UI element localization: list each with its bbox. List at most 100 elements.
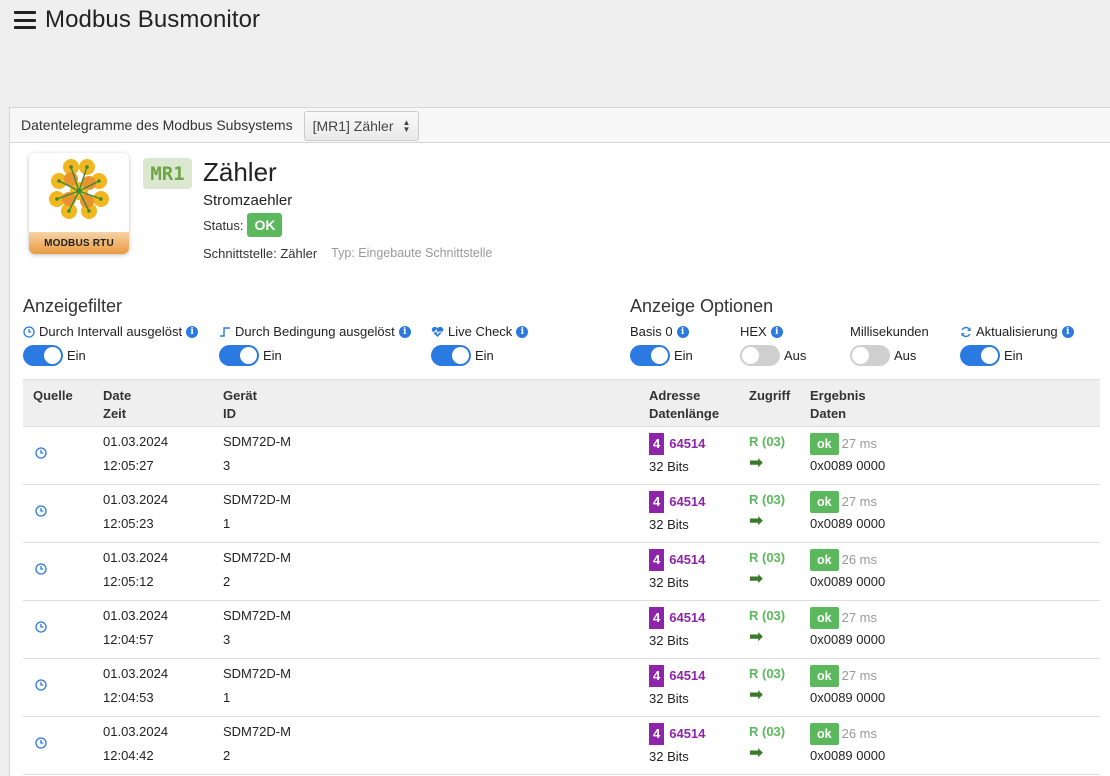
result-duration: 26 ms <box>841 726 877 741</box>
toggle-state-label: Ein <box>1004 348 1023 363</box>
clock-icon <box>23 325 35 338</box>
row-data: 0x0089 0000 <box>810 516 886 531</box>
row-id: 2 <box>223 574 231 589</box>
row-access: R (03) <box>749 608 786 623</box>
logo-band-text: MODBUS RTU <box>29 232 129 254</box>
row-device: SDM72D-M <box>223 492 291 507</box>
option-milliseconds-toggle[interactable] <box>850 345 890 366</box>
filter-section-title: Anzeigefilter <box>23 296 123 316</box>
column-date-time[interactable]: Date Zeit <box>103 387 131 423</box>
column-source[interactable]: Quelle <box>33 387 73 405</box>
address-register-badge: 4 <box>649 433 665 455</box>
row-result: ok 27 ms <box>810 491 877 513</box>
address-value: 64514 <box>669 436 706 451</box>
row-result: ok 27 ms <box>810 607 877 629</box>
heartbeat-icon <box>431 326 444 338</box>
table-row[interactable]: 01.03.2024 12:04:53 SDM72D-M 1 4 64514 32… <box>23 659 1100 717</box>
panel-header-title: Datentelegramme des Modbus Subsystems <box>21 117 293 133</box>
address-register-badge: 4 <box>649 665 665 687</box>
table-row[interactable]: 01.03.2024 12:05:12 SDM72D-M 2 4 64514 32… <box>23 543 1100 601</box>
option-basis0-toggle[interactable] <box>630 345 670 366</box>
column-address-length[interactable]: Adresse Datenlänge <box>649 387 719 423</box>
row-date: 01.03.2024 <box>103 666 169 681</box>
info-icon[interactable]: i <box>186 325 199 338</box>
row-data: 0x0089 0000 <box>810 632 886 647</box>
table-row[interactable]: 01.03.2024 12:05:23 SDM72D-M 1 4 64514 32… <box>23 485 1100 543</box>
modbus-network-icon <box>49 159 109 219</box>
row-id: 1 <box>223 690 231 705</box>
info-icon[interactable]: i <box>398 325 411 338</box>
filter-interval-toggle[interactable] <box>23 345 63 366</box>
row-time: 12:04:57 <box>103 632 154 647</box>
column-time: Zeit <box>103 406 127 421</box>
result-badge: ok <box>810 665 839 687</box>
row-result: ok 26 ms <box>810 723 877 745</box>
filter-live-check-toggle[interactable] <box>431 345 471 366</box>
column-result-data[interactable]: Ergebnis Daten <box>810 387 866 423</box>
info-icon[interactable]: i <box>1061 325 1074 338</box>
row-device: SDM72D-M <box>223 550 291 565</box>
row-access: R (03) <box>749 434 786 449</box>
main-panel: Datentelegramme des Modbus Subsystems [M… <box>9 107 1110 776</box>
row-data: 0x0089 0000 <box>810 690 886 705</box>
row-address: 4 64514 <box>649 491 705 513</box>
hamburger-menu-icon[interactable] <box>14 10 36 30</box>
filter-interval: Durch Intervall ausgelöst i Ein <box>23 324 199 366</box>
column-date: Date <box>103 388 132 403</box>
filter-condition-toggle[interactable] <box>219 345 259 366</box>
row-length: 32 Bits <box>649 691 689 706</box>
info-icon[interactable]: i <box>770 325 783 338</box>
filter-condition: Durch Bedingung ausgelöst i Ein <box>219 324 411 366</box>
row-length: 32 Bits <box>649 749 689 764</box>
status-badge: OK <box>247 213 283 237</box>
row-date: 01.03.2024 <box>103 724 169 739</box>
status-label: Status: <box>203 217 244 233</box>
address-register-badge: 4 <box>649 607 665 629</box>
row-id: 3 <box>223 632 231 647</box>
select-arrows-icon: ▲ ▼ <box>402 117 411 134</box>
info-icon[interactable]: i <box>516 325 529 338</box>
row-result: ok 27 ms <box>810 665 877 687</box>
step-signal-icon <box>219 326 231 338</box>
option-refresh-toggle[interactable] <box>960 345 1000 366</box>
option-milliseconds: Millisekunden Aus <box>850 324 929 366</box>
info-icon[interactable]: i <box>676 325 689 338</box>
column-device: Gerät <box>223 388 257 403</box>
toggle-state-label: Ein <box>475 348 494 363</box>
row-date: 01.03.2024 <box>103 492 169 507</box>
device-subtitle: Stromzaehler <box>203 192 293 209</box>
option-milliseconds-label: Millisekunden <box>850 324 929 339</box>
result-badge: ok <box>810 549 839 571</box>
column-access[interactable]: Zugriff <box>749 387 790 405</box>
table-body: 01.03.2024 12:05:27 SDM72D-M 3 4 64514 32… <box>23 427 1100 775</box>
row-time: 12:05:27 <box>103 458 154 473</box>
column-data: Daten <box>810 406 847 421</box>
column-device-id[interactable]: Gerät ID <box>223 387 257 423</box>
arrow-right-icon: ➡ <box>749 453 764 472</box>
refresh-icon <box>960 326 972 338</box>
subsystem-select[interactable]: [MR1] Zähler ▲ ▼ <box>303 110 420 141</box>
panel-header: Datentelegramme des Modbus Subsystems [M… <box>10 108 1110 143</box>
app-title: Modbus Busmonitor <box>45 6 261 33</box>
options-section-title: Anzeige Optionen <box>630 296 774 316</box>
column-id: ID <box>223 406 236 421</box>
option-refresh-label: Aktualisierung <box>976 324 1058 339</box>
row-time: 12:05:23 <box>103 516 154 531</box>
row-date: 01.03.2024 <box>103 608 169 623</box>
table-row[interactable]: 01.03.2024 12:05:27 SDM72D-M 3 4 64514 32… <box>23 427 1100 485</box>
table-row[interactable]: 01.03.2024 12:04:42 SDM72D-M 2 4 64514 32… <box>23 717 1100 775</box>
address-value: 64514 <box>669 494 706 509</box>
row-access: R (03) <box>749 724 786 739</box>
column-length: Datenlänge <box>649 406 720 421</box>
toggle-state-label: Aus <box>784 348 807 363</box>
filter-interval-label: Durch Intervall ausgelöst <box>39 324 183 339</box>
option-hex-toggle[interactable] <box>740 345 780 366</box>
option-refresh: Aktualisierung i Ein <box>960 324 1074 366</box>
address-value: 64514 <box>669 726 706 741</box>
row-length: 32 Bits <box>649 459 689 474</box>
address-value: 64514 <box>669 552 706 567</box>
table-row[interactable]: 01.03.2024 12:04:57 SDM72D-M 3 4 64514 32… <box>23 601 1100 659</box>
result-duration: 26 ms <box>841 552 877 567</box>
toggle-state-label: Aus <box>894 348 917 363</box>
row-access: R (03) <box>749 550 786 565</box>
